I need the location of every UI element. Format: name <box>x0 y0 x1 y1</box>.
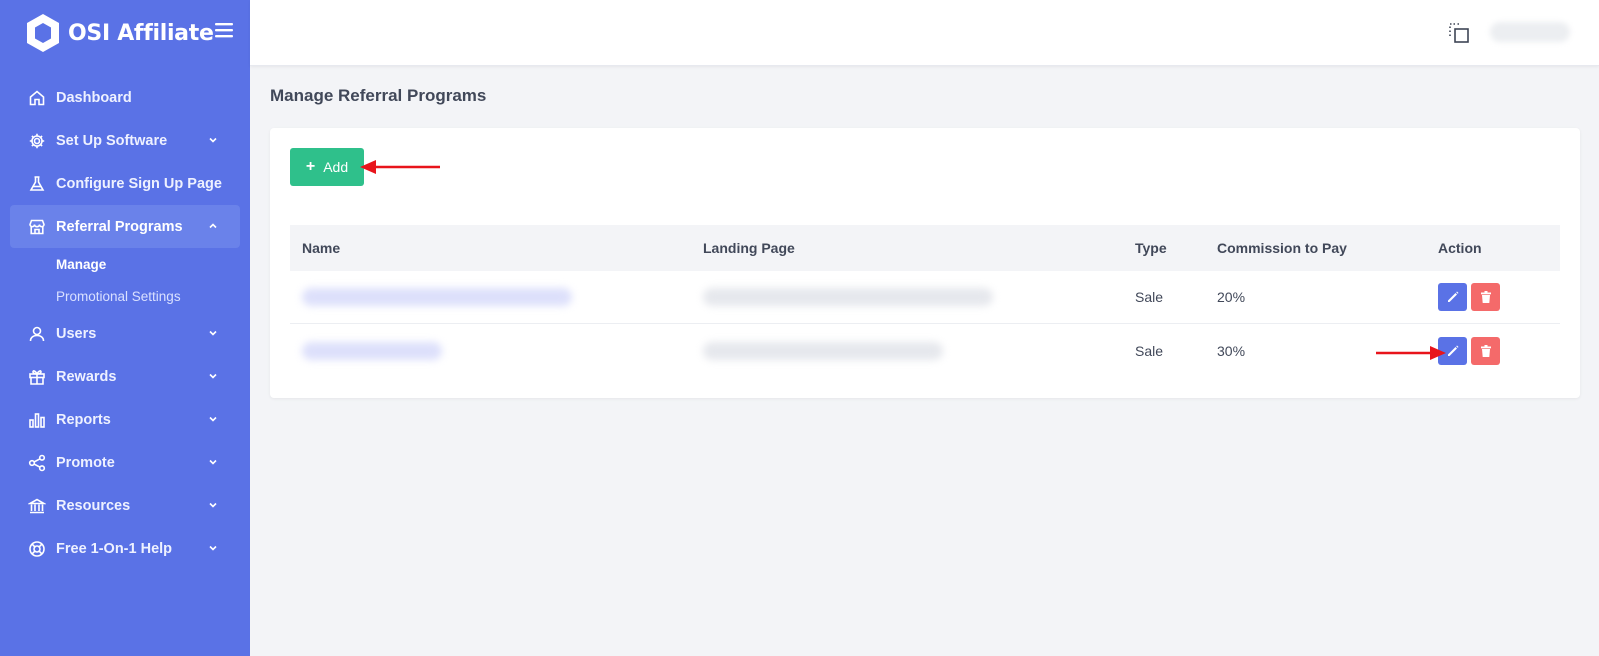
sidebar-item-dashboard[interactable]: Dashboard <box>10 76 240 119</box>
redacted-program-name <box>302 341 442 360</box>
column-header-type: Type <box>1135 240 1167 256</box>
action-cell <box>1438 283 1560 311</box>
type-cell: Sale <box>1135 342 1164 359</box>
table-row: Sale 30% <box>290 324 1560 377</box>
delete-button[interactable] <box>1471 336 1500 365</box>
bank-icon <box>28 498 46 513</box>
sidebar-item-resources[interactable]: Resources <box>10 484 240 527</box>
column-header-name: Name <box>302 240 341 256</box>
column-header-landing-page: Landing Page <box>703 240 795 256</box>
sidebar-item-label: Promote <box>56 454 115 471</box>
pencil-icon <box>1447 345 1458 356</box>
page-title: Manage Referral Programs <box>270 86 487 105</box>
sidebar-nav: Dashboard Set Up Software Configure Sign… <box>10 76 240 570</box>
add-program-button[interactable]: + Add <box>290 148 364 186</box>
sidebar-item-configure-sign-up-page[interactable]: Configure Sign Up Page <box>10 162 240 205</box>
sidebar-item-label: Dashboard <box>56 89 132 106</box>
redacted-landing-page <box>703 288 993 306</box>
program-name-cell[interactable] <box>290 288 703 306</box>
sidebar-item-label: Set Up Software <box>56 132 168 149</box>
lifebuoy-icon <box>29 540 45 557</box>
sidebar-item-free-help[interactable]: Free 1-On-1 Help <box>10 527 240 570</box>
annotation-arrow-add <box>360 160 440 174</box>
redacted-program-name <box>302 288 572 306</box>
sidebar-item-referral-programs[interactable]: Referral Programs <box>10 205 240 248</box>
sidebar-item-label: Referral Programs <box>56 218 183 235</box>
sidebar-item-set-up-software[interactable]: Set Up Software <box>10 119 240 162</box>
table-header: Name Landing Page Type Commission to Pay… <box>290 225 1560 271</box>
redacted-landing-page <box>703 341 943 360</box>
hamburger-menu-icon[interactable] <box>215 22 233 38</box>
sidebar-item-label: Resources <box>56 497 131 514</box>
sidebar-item-label: Reports <box>56 411 111 428</box>
programs-table: Name Landing Page Type Commission to Pay… <box>290 225 1560 377</box>
logo-icon <box>27 14 59 52</box>
sidebar-item-promote[interactable]: Promote <box>10 441 240 484</box>
type-cell: Sale <box>1135 289 1164 305</box>
chevron-down-icon <box>209 416 217 422</box>
chevron-down-icon <box>209 502 217 508</box>
sidebar-subitem-promotional-settings[interactable]: Promotional Settings <box>10 280 240 312</box>
chevron-down-icon <box>209 373 217 379</box>
edit-button[interactable] <box>1438 283 1467 311</box>
sidebar-item-label: Rewards <box>56 368 117 385</box>
column-header-action: Action <box>1438 240 1482 256</box>
sidebar-item-users[interactable]: Users <box>10 312 240 355</box>
action-cell <box>1438 336 1560 365</box>
top-bar <box>250 0 1599 66</box>
brand[interactable]: OSI Affiliate <box>24 12 214 54</box>
column-header-commission: Commission to Pay <box>1217 240 1347 256</box>
program-name-cell[interactable] <box>290 341 703 360</box>
trash-icon <box>1480 291 1491 303</box>
pencil-icon <box>1447 291 1458 302</box>
landing-page-cell <box>703 341 1135 360</box>
sidebar: OSI Affiliate Dashboard Set Up Software … <box>0 0 250 656</box>
chevron-down-icon <box>209 459 217 465</box>
share-icon <box>28 454 46 471</box>
annotation-arrow-edit <box>1376 346 1446 360</box>
sidebar-subitem-manage[interactable]: Manage <box>10 248 240 280</box>
bar-chart-icon <box>29 412 45 428</box>
store-icon <box>29 219 45 234</box>
gift-icon <box>29 369 45 385</box>
delete-button[interactable] <box>1471 283 1500 311</box>
user-avatar-menu[interactable] <box>1490 22 1570 42</box>
sidebar-item-label: Configure Sign Up Page <box>56 175 222 192</box>
home-icon <box>29 89 45 105</box>
gear-icon <box>29 133 45 148</box>
sidebar-item-rewards[interactable]: Rewards <box>10 355 240 398</box>
fullscreen-icon[interactable] <box>1448 22 1470 44</box>
plus-icon: + <box>305 158 316 175</box>
chevron-down-icon <box>209 330 217 336</box>
landing-page-cell <box>703 288 1135 306</box>
user-icon <box>29 326 45 341</box>
brand-name: OSI Affiliate <box>68 20 214 46</box>
flask-icon <box>29 175 45 191</box>
trash-icon <box>1480 344 1491 357</box>
commission-cell: 20% <box>1217 289 1246 305</box>
sidebar-item-label: Users <box>56 325 97 342</box>
chevron-down-icon <box>209 545 217 551</box>
sidebar-item-reports[interactable]: Reports <box>10 398 240 441</box>
add-button-label: Add <box>323 159 349 175</box>
chevron-down-icon <box>209 137 217 143</box>
table-row: Sale 20% <box>290 271 1560 324</box>
sidebar-item-label: Free 1-On-1 Help <box>56 540 173 557</box>
chevron-up-icon <box>209 223 217 229</box>
